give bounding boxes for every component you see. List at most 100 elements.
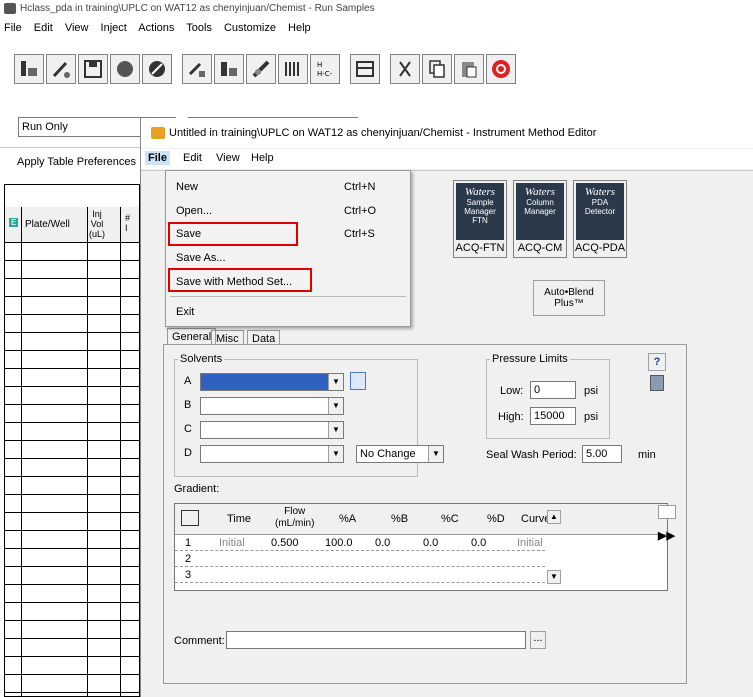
table-row[interactable] [5,314,139,315]
scroll-up-arrow[interactable]: ▲ [547,510,561,524]
menu-view[interactable]: View [65,22,89,34]
toolbar-pipette-icon[interactable] [46,54,76,84]
help-icon[interactable]: ? [648,353,666,371]
tab-general[interactable]: General [167,328,217,345]
menu-item-open[interactable]: Open... [176,205,212,217]
gradient-cell[interactable]: 100.0 [325,537,353,549]
toolbar-save-icon[interactable] [78,54,108,84]
toolbar-method-icon[interactable] [246,54,276,84]
comment-label: Comment: [174,635,225,647]
auto-blend-button[interactable]: Auto•Blend Plus™ [533,280,605,316]
table-row[interactable] [5,260,139,261]
gradient-corner-icon[interactable] [181,510,199,526]
editor-menu-view[interactable]: View [216,152,240,164]
solvent-b-select[interactable]: ▼ [200,397,344,415]
pressure-high-input[interactable]: 15000 [530,407,576,425]
gradient-cell[interactable]: 0.0 [423,537,438,549]
solvent-a-select[interactable]: ▼ [200,373,344,391]
module-label: ACQ-PDA [574,242,626,254]
gradient-table[interactable]: Time Flow (mL/min) %A %B %C %D Curve ▲ ▼… [174,503,668,591]
table-row[interactable] [5,440,139,441]
toolbar-record-icon[interactable] [110,54,140,84]
calculator-icon[interactable] [650,375,664,391]
menu-item-save-as[interactable]: Save As... [176,252,226,264]
table-row[interactable] [5,692,139,693]
gradient-cell[interactable]: 3 [185,569,191,581]
no-change-select[interactable]: No Change ▼ [356,445,444,463]
gradient-cell[interactable]: Initial [219,537,245,549]
editor-menu-help[interactable]: Help [251,152,274,164]
table-row[interactable] [5,584,139,585]
table-row[interactable] [5,404,139,405]
table-row[interactable] [5,350,139,351]
module-column-manager[interactable]: Waters Column Manager ACQ-CM [513,180,567,258]
gradient-cell[interactable]: Initial [517,537,543,549]
editor-menu-file[interactable]: File [145,151,170,165]
toolbar-inject-icon[interactable] [182,54,212,84]
menu-tools[interactable]: Tools [186,22,212,34]
table-row[interactable] [5,458,139,459]
toolbar-paste-icon[interactable] [454,54,484,84]
menu-edit[interactable]: Edit [34,22,53,34]
solvent-bottle-icon[interactable] [350,372,366,390]
gradient-row[interactable] [175,582,545,583]
table-row[interactable] [5,368,139,369]
fast-forward-icon[interactable]: ▶▶ [658,529,675,542]
solvent-d-select[interactable]: ▼ [200,445,344,463]
gradient-cell[interactable]: 1 [185,537,191,549]
toolbar-cut-icon[interactable] [390,54,420,84]
pressure-low-input[interactable]: 0 [530,381,576,399]
solvent-c-select[interactable]: ▼ [200,421,344,439]
comment-browse-button[interactable]: ... [530,631,546,649]
gradient-row[interactable] [175,550,545,551]
seal-wash-input[interactable]: 5.00 [582,445,622,463]
toolbar-table-icon[interactable] [350,54,380,84]
gradient-cell[interactable]: 2 [185,553,191,565]
table-row[interactable] [5,602,139,603]
table-row[interactable] [5,656,139,657]
table-row[interactable] [5,674,139,675]
toolbar-copy-icon[interactable] [422,54,452,84]
menu-inject[interactable]: Inject [101,22,127,34]
editor-menu-edit[interactable]: Edit [183,152,202,164]
table-row[interactable] [5,242,139,243]
table-row[interactable] [5,494,139,495]
table-row[interactable] [5,476,139,477]
toolbar-samples-icon[interactable] [14,54,44,84]
gradient-cell[interactable]: 0.0 [375,537,390,549]
table-row[interactable] [5,422,139,423]
comment-input[interactable] [226,631,526,649]
table-row[interactable] [5,530,139,531]
table-row[interactable] [5,566,139,567]
apply-table-preferences[interactable]: Apply Table Preferences [17,156,136,168]
table-row[interactable] [5,278,139,279]
toolbar-abort-icon[interactable] [486,54,516,84]
toolbar-stop-icon[interactable] [142,54,172,84]
module-pda-detector[interactable]: Waters PDA Detector ACQ-PDA [573,180,627,258]
menu-actions[interactable]: Actions [138,22,174,34]
gradient-row[interactable] [175,566,545,567]
menu-help[interactable]: Help [288,22,311,34]
toolbar-instrument-icon[interactable] [214,54,244,84]
module-label: ACQ-CM [517,242,563,254]
menu-customize[interactable]: Customize [224,22,276,34]
toolbar-structure-icon[interactable]: H H-C- [310,54,340,84]
scroll-down-arrow[interactable]: ▼ [547,570,561,584]
table-row[interactable] [5,512,139,513]
menu-item-new[interactable]: New [176,181,198,193]
table-row[interactable] [5,620,139,621]
table-row[interactable] [5,296,139,297]
pressure-group [486,359,610,439]
table-row[interactable] [5,638,139,639]
table-row[interactable] [5,386,139,387]
toolbar-columns-icon[interactable] [278,54,308,84]
module-sample-manager[interactable]: Waters Sample Manager FTN ACQ-FTN [453,180,507,258]
table-row[interactable] [5,332,139,333]
sample-table[interactable]: E Plate/Well Inj Vol (uL) # I [4,184,140,697]
table-row[interactable] [5,548,139,549]
gradient-cell[interactable]: 0.500 [271,537,299,549]
menu-file[interactable]: File [4,22,22,34]
menu-item-exit[interactable]: Exit [176,306,194,318]
chart-icon[interactable] [658,505,676,519]
gradient-cell[interactable]: 0.0 [471,537,486,549]
